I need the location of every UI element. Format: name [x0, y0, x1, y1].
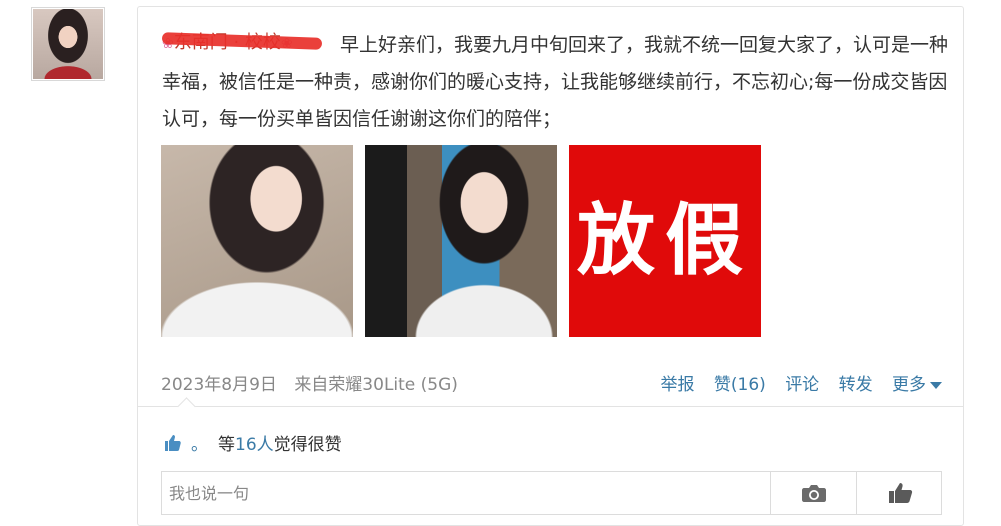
- post-image-2[interactable]: [365, 145, 557, 337]
- report-link[interactable]: 举报: [660, 375, 694, 395]
- post-image-3[interactable]: 放假: [569, 145, 761, 337]
- more-menu[interactable]: 更多: [892, 375, 942, 395]
- forward-link[interactable]: 转发: [839, 375, 873, 395]
- post-image-1[interactable]: [161, 145, 353, 337]
- likes-dot: 。: [191, 435, 208, 455]
- avatar-photo: [33, 9, 103, 79]
- post-date: 2023年8月9日: [161, 375, 277, 395]
- likes-suffix: 觉得很赞: [273, 435, 342, 455]
- caret-down-icon: [930, 381, 942, 389]
- quick-like-button[interactable]: [856, 472, 942, 514]
- like-link[interactable]: 赞(16): [714, 375, 766, 395]
- user-avatar[interactable]: [31, 7, 105, 81]
- post-source: 来自荣耀30Lite (5G): [294, 375, 458, 395]
- likes-prefix: 等: [218, 435, 235, 455]
- camera-icon: [801, 485, 826, 502]
- post-actions: 举报 赞(16) 评论 转发 更多: [646, 370, 942, 395]
- image-banner-text: 放假: [576, 195, 753, 286]
- comment-link[interactable]: 评论: [785, 375, 819, 395]
- post-meta: 2023年8月9日 来自荣耀30Lite (5G): [161, 370, 470, 395]
- more-label: 更多: [892, 375, 926, 395]
- nickname-link[interactable]: ❀东南门 · 校校❀: [161, 28, 323, 54]
- camera-button[interactable]: [770, 472, 856, 514]
- thumbs-up-icon[interactable]: [163, 433, 183, 453]
- section-divider: [138, 406, 963, 407]
- comment-box: [161, 471, 942, 515]
- comment-input[interactable]: [162, 472, 770, 514]
- hand-like-icon: [888, 483, 912, 503]
- likes-count-link[interactable]: 16人: [235, 435, 274, 455]
- likes-summary: 。等16人觉得很赞: [163, 430, 342, 455]
